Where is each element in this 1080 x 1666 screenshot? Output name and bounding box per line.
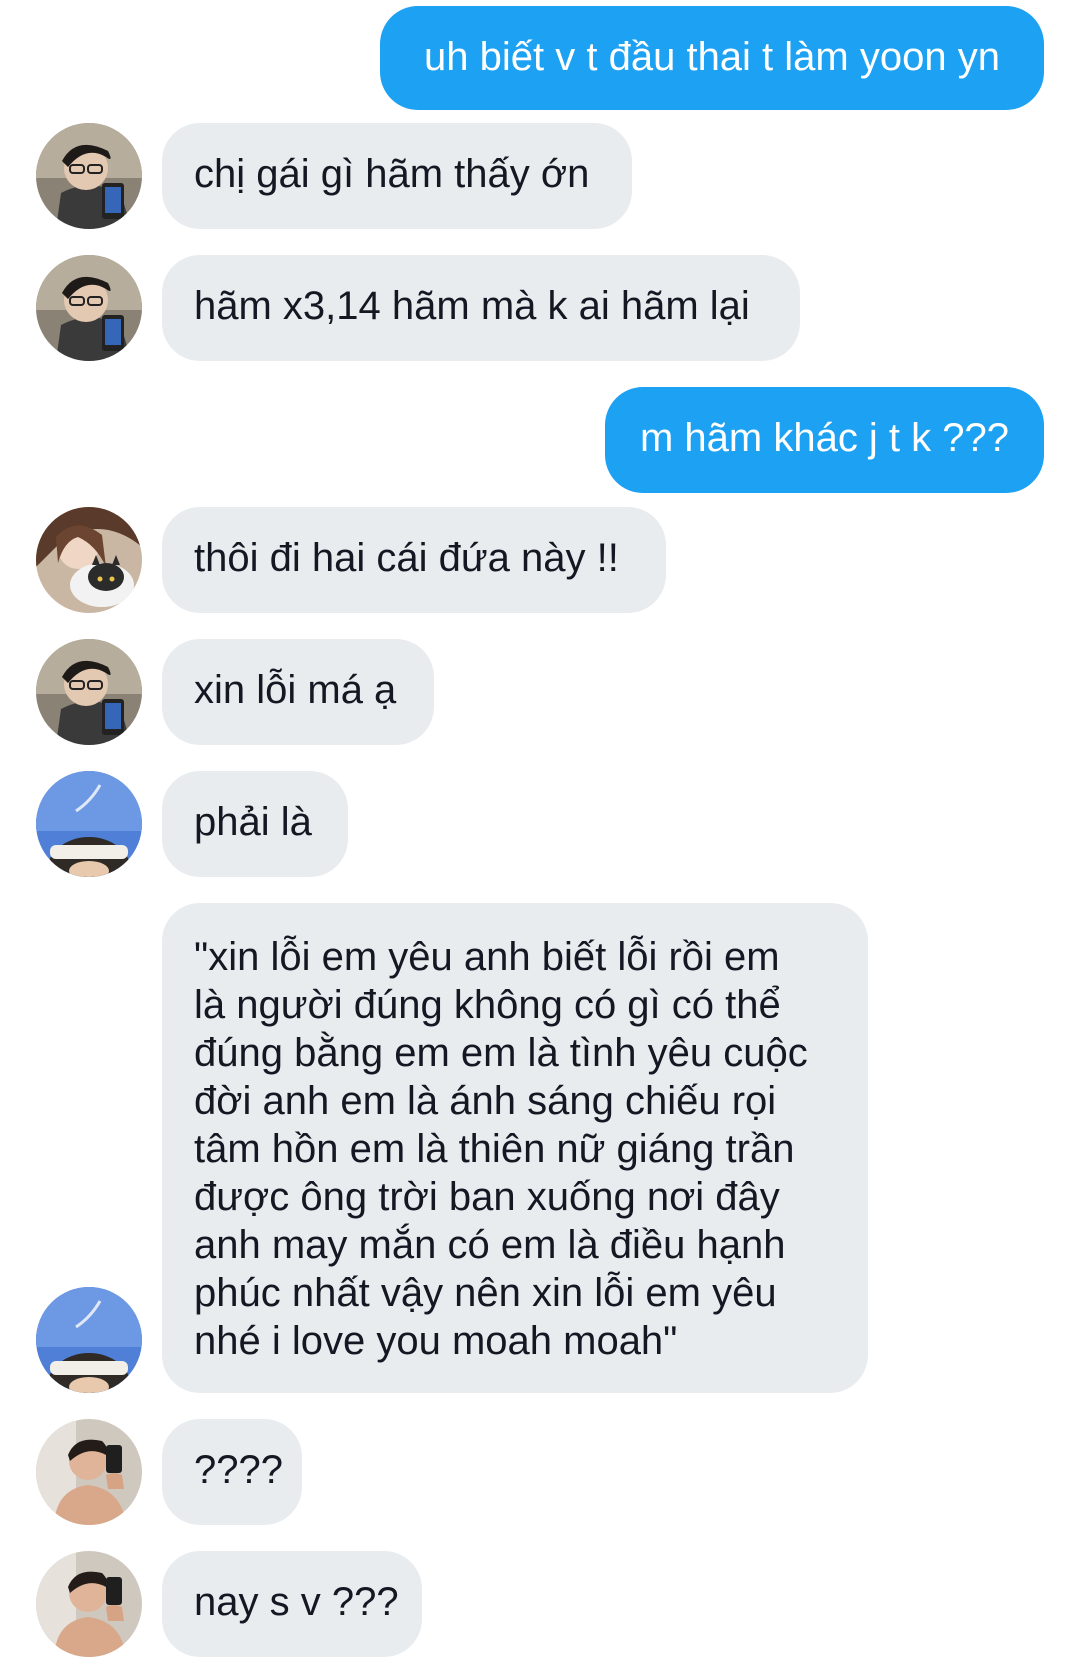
message-line: là người đúng không có gì có thể: [194, 983, 781, 1027]
message-line: đúng bằng em em là tình yêu cuộc: [194, 1031, 808, 1075]
message-line: "xin lỗi em yêu anh biết lỗi rồi em: [194, 935, 780, 979]
message-text: m hãm khác j t k ???: [639, 416, 1010, 460]
received-message-bubble[interactable]: phải là: [162, 771, 348, 877]
message-text: phải là: [194, 800, 312, 844]
received-message-bubble[interactable]: ????: [162, 1419, 302, 1525]
message-text: nay s v ???: [194, 1580, 399, 1624]
avatar-mirror-selfie-icon[interactable]: [36, 1419, 142, 1525]
message-line: được ông trời ban xuống nơi đây: [194, 1175, 780, 1219]
avatar-sky-headband-icon[interactable]: [36, 1287, 142, 1393]
message-line: nhé i love you moah moah": [194, 1319, 678, 1363]
avatar-girl-cat-icon[interactable]: [36, 507, 142, 613]
received-message-bubble[interactable]: thôi đi hai cái đứa này !!: [162, 507, 666, 613]
avatar-sky-headband-icon[interactable]: [36, 771, 142, 877]
received-message-bubble[interactable]: hãm x3,14 hãm mà k ai hãm lại: [162, 255, 800, 361]
message-line: tâm hồn em là thiên nữ giáng trần: [194, 1127, 795, 1171]
avatar-boy-glasses-icon[interactable]: [36, 639, 142, 745]
received-message-bubble[interactable]: chị gái gì hãm thấy ớn: [162, 123, 632, 229]
message-line: đời anh em là ánh sáng chiếu rọi: [194, 1079, 777, 1123]
received-message-bubble[interactable]: nay s v ???: [162, 1551, 422, 1657]
avatar-mirror-selfie-icon[interactable]: [36, 1551, 142, 1657]
received-message-bubble[interactable]: "xin lỗi em yêu anh biết lỗi rồi em là n…: [162, 903, 868, 1393]
avatar-boy-glasses-icon[interactable]: [36, 255, 142, 361]
message-text: ????: [194, 1448, 283, 1492]
received-message-bubble[interactable]: xin lỗi má ạ: [162, 639, 434, 745]
message-text: uh biết v t đầu thai t làm yoon yn: [424, 35, 1000, 79]
sent-message-bubble[interactable]: uh biết v t đầu thai t làm yoon yn: [380, 6, 1044, 110]
sent-message-bubble[interactable]: m hãm khác j t k ???: [605, 387, 1044, 493]
message-text: chị gái gì hãm thấy ớn: [194, 152, 590, 196]
message-text: hãm x3,14 hãm mà k ai hãm lại: [194, 284, 750, 328]
avatar-boy-glasses-icon[interactable]: [36, 123, 142, 229]
message-line: anh may mắn có em là điều hạnh: [194, 1223, 786, 1267]
message-text: thôi đi hai cái đứa này !!: [194, 536, 619, 580]
message-line: phúc nhất vậy nên xin lỗi em yêu: [194, 1271, 777, 1315]
message-text: xin lỗi má ạ: [194, 668, 397, 712]
